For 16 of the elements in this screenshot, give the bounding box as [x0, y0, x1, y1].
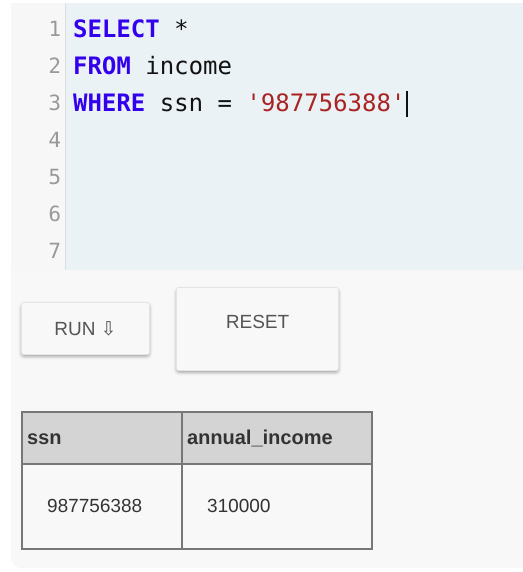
code-line: SELECT * — [73, 14, 189, 45]
line-number: 4 — [47, 127, 62, 154]
table-cell: 987756388 — [22, 464, 182, 549]
line-number: 3 — [47, 90, 62, 117]
column-header: annual_income — [182, 412, 372, 464]
line-number: 7 — [47, 238, 62, 265]
run-button[interactable]: RUN ⇩ — [21, 302, 150, 355]
code-line: FROM income — [73, 51, 232, 82]
table-cell: 310000 — [182, 464, 372, 549]
line-number: 6 — [47, 201, 62, 228]
column-header: ssn — [22, 412, 182, 464]
reset-button[interactable]: RESET — [176, 287, 339, 371]
line-number: 2 — [47, 53, 62, 80]
code-line: WHERE ssn = '987756388' — [73, 88, 406, 119]
line-number: 5 — [47, 164, 62, 191]
line-number: 1 — [47, 16, 62, 43]
